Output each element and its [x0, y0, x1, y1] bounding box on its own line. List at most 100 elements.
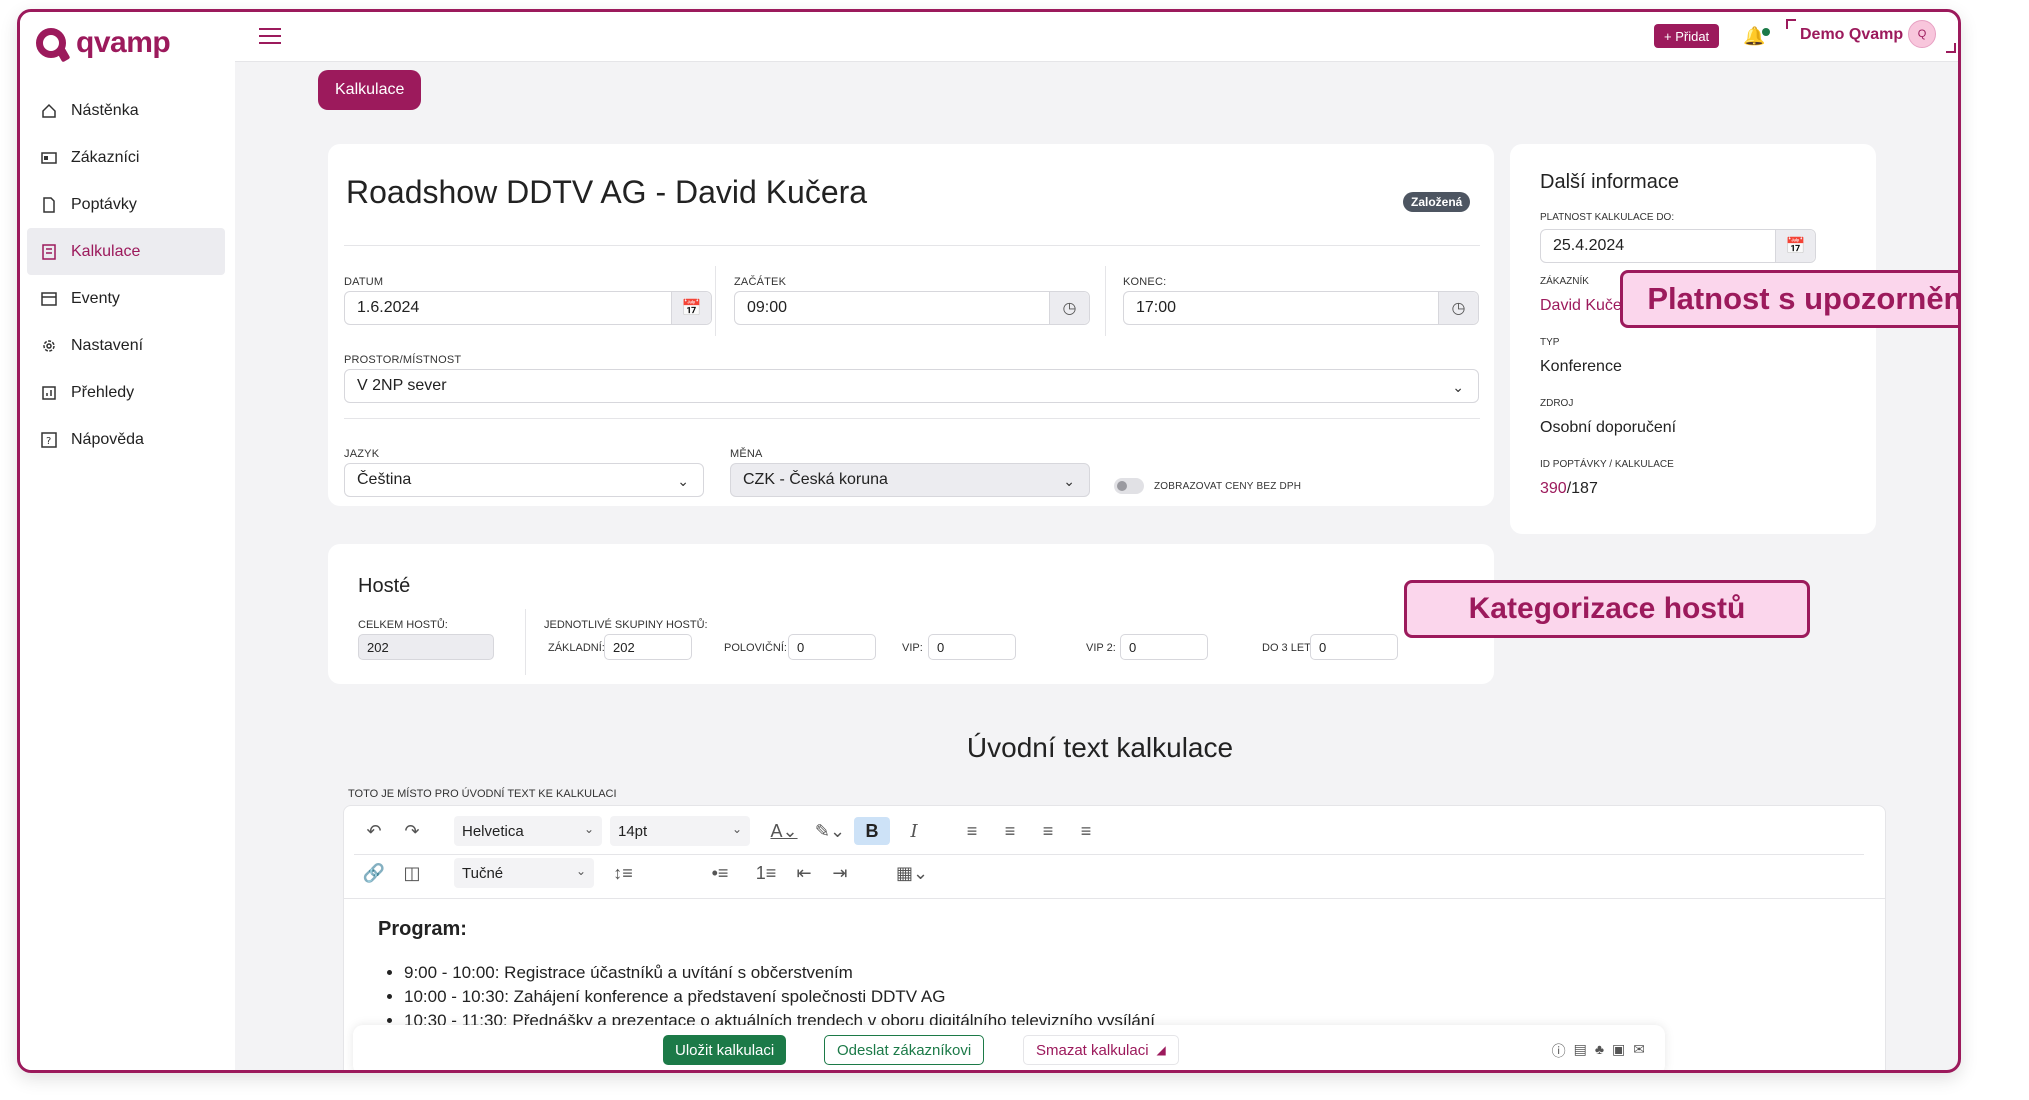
jazyk-select[interactable]: Čeština ⌄	[344, 463, 704, 497]
font-select[interactable]: Helvetica ⌄	[454, 816, 602, 846]
logo-mark-icon	[36, 28, 66, 58]
line-height-icon[interactable]: ↕≡	[602, 860, 644, 886]
polovicni-value: 0	[797, 639, 805, 655]
sidebar-nav: Nástěnka Zákazníci Poptávky Kalkulace Ev…	[27, 87, 225, 463]
preview-icon[interactable]: ▣	[1612, 1041, 1625, 1061]
notification-dot	[1762, 28, 1770, 36]
logo[interactable]: qvamp	[36, 26, 171, 60]
size-select[interactable]: 14pt ⌄	[610, 816, 750, 846]
divider	[344, 898, 1885, 899]
text-color-icon[interactable]: A⌄	[764, 818, 804, 844]
sidebar-item-poptavky[interactable]: Poptávky	[27, 181, 225, 228]
platnost-value: 25.4.2024	[1553, 237, 1625, 254]
prostor-select[interactable]: V 2NP sever ⌄	[344, 369, 1479, 403]
zakladni-field[interactable]: 202	[604, 634, 692, 660]
bold-button[interactable]: B	[854, 817, 890, 845]
notes-icon[interactable]: ▤	[1574, 1041, 1587, 1061]
justify-icon[interactable]: ≡	[1072, 818, 1100, 844]
vip-label: VIP:	[902, 642, 923, 654]
divider	[1105, 266, 1106, 336]
outdent-icon[interactable]: ⇤	[790, 860, 818, 886]
divider	[715, 266, 716, 336]
calendar-icon[interactable]: 📅	[671, 292, 711, 324]
menu-icon[interactable]	[259, 28, 281, 44]
zacatek-label: ZAČÁTEK	[734, 276, 787, 288]
undo-icon[interactable]: ↶	[362, 818, 386, 844]
chevron-down-icon: ⌄	[1452, 379, 1464, 395]
align-center-icon[interactable]: ≡	[996, 818, 1024, 844]
info-icon[interactable]: ⓘ	[1552, 1041, 1566, 1061]
italic-icon[interactable]: I	[900, 818, 928, 844]
send-button[interactable]: Odeslat zákazníkovi	[824, 1035, 985, 1065]
sidebar-item-napoveda[interactable]: ? Nápověda	[27, 416, 225, 463]
footer-icons: ⓘ ▤ ♣ ▣ ✉	[1552, 1041, 1645, 1061]
sidebar-item-label: Přehledy	[71, 383, 135, 401]
divider	[344, 418, 1480, 419]
sidebar-item-nastenka[interactable]: Nástěnka	[27, 87, 225, 134]
vat-toggle[interactable]	[1114, 478, 1144, 494]
sidebar-item-zakaznici[interactable]: Zákazníci	[27, 134, 225, 181]
calendar-icon[interactable]: 📅	[1775, 230, 1815, 262]
konec-field[interactable]: 17:00 ◷	[1123, 291, 1479, 325]
chart-icon	[41, 385, 57, 401]
datum-field[interactable]: 1.6.2024 📅	[344, 291, 712, 325]
indent-icon[interactable]: ⇥	[826, 860, 854, 886]
jazyk-label: JAZYK	[344, 448, 380, 460]
avatar[interactable]: Q	[1908, 20, 1936, 48]
group-icon[interactable]: ♣	[1595, 1041, 1604, 1061]
align-left-icon[interactable]: ≡	[958, 818, 986, 844]
add-button[interactable]: + Přidat	[1654, 24, 1720, 48]
align-right-icon[interactable]: ≡	[1034, 818, 1062, 844]
calendar-icon	[41, 291, 57, 307]
id-card-icon	[41, 150, 57, 166]
chevron-down-icon: ⌄	[1063, 473, 1075, 489]
prostor-value: V 2NP sever	[357, 377, 447, 394]
zacatek-field[interactable]: 09:00 ◷	[734, 291, 1090, 325]
delete-label: Smazat kalkulaci	[1036, 1041, 1149, 1059]
mena-value: CZK - Česká koruna	[743, 471, 888, 488]
highlight-icon[interactable]: ✎⌄	[810, 818, 850, 844]
konec-value: 17:00	[1136, 299, 1177, 316]
vip-field[interactable]: 0	[928, 634, 1016, 660]
sidebar-item-kalkulace[interactable]: Kalkulace	[27, 228, 225, 275]
table-icon[interactable]: ▦⌄	[890, 860, 934, 886]
link-icon[interactable]: 🔗	[362, 860, 386, 886]
sidebar-item-nastaveni[interactable]: Nastavení	[27, 322, 225, 369]
sidebar-item-prehledy[interactable]: Přehledy	[27, 369, 225, 416]
page-break-icon[interactable]: ◫	[400, 860, 424, 886]
info-title: Další informace	[1540, 171, 1679, 193]
bullet-list-icon[interactable]: •≡	[698, 860, 742, 886]
do3-value: 0	[1319, 639, 1327, 655]
zdroj-value: Osobní doporučení	[1540, 419, 1677, 436]
clock-icon[interactable]: ◷	[1438, 292, 1478, 324]
zakaznik-link[interactable]: David Kučera	[1540, 297, 1625, 315]
platnost-field[interactable]: 25.4.2024 📅	[1540, 229, 1816, 263]
list-item: 10:00 - 10:30: Zahájení konference a pře…	[404, 985, 1155, 1009]
do3-field[interactable]: 0	[1310, 634, 1398, 660]
zakladni-value: 202	[613, 639, 635, 655]
vip2-field[interactable]: 0	[1120, 634, 1208, 660]
section-title: Úvodní text kalkulace	[966, 732, 1234, 763]
user-name[interactable]: Demo Qvamp	[1800, 26, 1903, 44]
program-heading: Program:	[378, 918, 467, 940]
numbered-list-icon[interactable]: 1≡	[744, 860, 788, 886]
id-poptavky-link[interactable]: 390	[1540, 480, 1567, 497]
polovicni-field[interactable]: 0	[788, 634, 876, 660]
sidebar-item-label: Nápověda	[71, 430, 144, 448]
list-item: 9:00 - 10:00: Registrace účastníků a uví…	[404, 961, 1155, 985]
typ-value: Konference	[1540, 358, 1622, 375]
save-button[interactable]: Uložit kalkulaci	[663, 1035, 787, 1065]
callout-hoste: Kategorizace hostů	[1404, 580, 1810, 638]
delete-button[interactable]: Smazat kalkulaci ◢	[1023, 1035, 1179, 1065]
clock-icon[interactable]: ◷	[1049, 292, 1089, 324]
tab-kalkulace[interactable]: Kalkulace	[318, 70, 422, 110]
style-select[interactable]: Tučné ⌄	[454, 858, 594, 888]
prostor-label: PROSTOR/MÍSTNOST	[344, 354, 462, 366]
comment-icon[interactable]: ✉	[1633, 1041, 1645, 1061]
redo-icon[interactable]: ↷	[400, 818, 424, 844]
total-guests-value: 202	[367, 639, 389, 655]
mena-select[interactable]: CZK - Česká koruna ⌄	[730, 463, 1090, 497]
corner-mark	[1786, 19, 1796, 29]
sidebar-item-eventy[interactable]: Eventy	[27, 275, 225, 322]
chevron-down-icon: ⌄	[583, 822, 594, 836]
